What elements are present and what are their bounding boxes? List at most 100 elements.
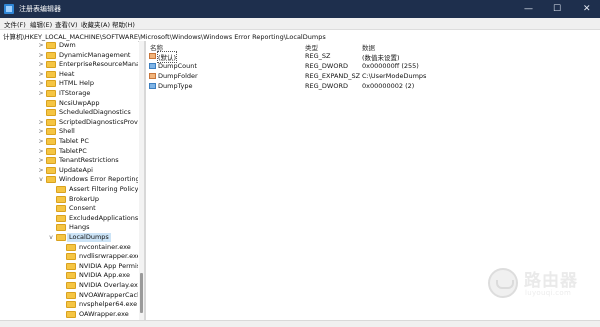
- folder-icon: [46, 42, 56, 49]
- tree-node-label: NVIDIA App.exe: [79, 271, 130, 280]
- tree-node-label: OAWrapper.exe: [79, 309, 129, 318]
- value-name: DumpFolder: [158, 72, 198, 80]
- value-type: REG_DWORD: [305, 82, 348, 90]
- chevron-right-icon[interactable]: >: [38, 137, 44, 146]
- menu-help[interactable]: 帮助(H): [112, 19, 135, 29]
- tree-node-label: TenantRestrictions: [59, 156, 119, 165]
- watermark-text: 路由器: [524, 271, 578, 291]
- folder-icon: [66, 272, 76, 280]
- key-tree[interactable]: > Dwm > DynamicManagement > EnterpriseResourc…: [0, 41, 138, 320]
- tree-node-label: NcsiUwpApp: [59, 98, 100, 107]
- chevron-right-icon[interactable]: >: [38, 51, 44, 60]
- value-row[interactable]: DumpCount REG_DWORD 0x000000ff (255): [146, 61, 600, 71]
- value-row[interactable]: DumpFolder REG_EXPAND_SZ C:\UserModeDumps: [146, 71, 600, 81]
- chevron-right-icon[interactable]: >: [38, 60, 44, 69]
- chevron-right-icon[interactable]: >: [38, 70, 44, 79]
- tree-node-label: nvcontainer.exe: [79, 242, 131, 251]
- folder-icon: [46, 166, 56, 174]
- watermark: 路由器 luyouqi.com: [488, 262, 596, 308]
- binary-value-icon: [149, 63, 156, 69]
- tree-node-label: Hangs: [69, 223, 90, 232]
- tree-node-label: EnterpriseResourceManage: [59, 60, 138, 69]
- address-path[interactable]: 计算机\HKEY_LOCAL_MACHINE\SOFTWARE\Microsof…: [3, 31, 326, 41]
- tree-node-label: ExcludedApplications: [69, 213, 138, 222]
- folder-icon: [66, 262, 76, 270]
- folder-icon: [46, 138, 56, 145]
- tree-node-label: BrokerUp: [69, 194, 100, 203]
- value-type: REG_DWORD: [305, 62, 348, 70]
- folder-icon: [66, 301, 76, 309]
- tree-node-label: Tablet PC: [59, 137, 89, 145]
- menu-bar: 文件(F) 编辑(E) 查看(V) 收藏夹(A) 帮助(H): [0, 18, 600, 29]
- menu-view[interactable]: 查看(V): [55, 19, 78, 29]
- folder-icon: [46, 51, 56, 59]
- chevron-right-icon[interactable]: >: [38, 89, 44, 98]
- maximize-button[interactable]: ☐: [553, 3, 561, 15]
- chevron-right-icon[interactable]: >: [38, 118, 44, 127]
- folder-icon: [66, 310, 76, 318]
- chevron-right-icon[interactable]: >: [38, 147, 44, 156]
- value-row[interactable]: (默认) REG_SZ (数值未设置): [146, 51, 600, 63]
- value-name: DumpType: [158, 82, 193, 90]
- tree-node-label: NVOAWrapperCache.e: [79, 290, 138, 299]
- tree-node-label: Dwm: [59, 41, 76, 49]
- chevron-right-icon[interactable]: >: [38, 41, 44, 50]
- tree-node-label: ScheduledDiagnostics: [59, 108, 131, 117]
- folder-icon: [66, 253, 76, 261]
- tree-node-label: UpdateApi: [59, 165, 93, 174]
- folder-icon: [46, 118, 56, 126]
- tree-node-label: nvdlisrwrapper.exe: [79, 252, 138, 261]
- regedit-app-icon: [4, 4, 14, 14]
- tree-scrollbar-thumb[interactable]: [140, 273, 143, 313]
- tree-node-label: ScriptedDiagnosticsProvide: [59, 117, 138, 126]
- folder-icon: [46, 176, 56, 184]
- tree-node-label: ITStorage: [59, 89, 91, 97]
- folder-icon: [56, 205, 66, 213]
- tree-node-label: nvsphelper64.exe: [79, 300, 138, 309]
- chevron-right-icon[interactable]: >: [38, 127, 44, 136]
- tree-node-label: DynamicManagement: [59, 50, 131, 59]
- chevron-down-icon[interactable]: v: [38, 175, 44, 184]
- value-data: 0x000000ff (255): [362, 62, 419, 70]
- folder-icon: [46, 157, 56, 165]
- chevron-right-icon[interactable]: >: [38, 79, 44, 88]
- tree-node-label: Consent: [69, 204, 96, 213]
- folder-icon: [56, 224, 66, 232]
- value-data: 0x00000002 (2): [362, 82, 415, 90]
- minimize-button[interactable]: —: [524, 3, 533, 15]
- folder-icon: [46, 80, 56, 88]
- watermark-subtext: luyouqi.com: [525, 289, 572, 297]
- tree-node-label: TabletPC: [59, 146, 87, 155]
- folder-icon: [46, 90, 56, 97]
- folder-icon: [46, 128, 56, 136]
- folder-icon: [46, 70, 56, 78]
- binary-value-icon: [149, 83, 156, 89]
- tree-node-label: Windows Error Reporting: [59, 175, 138, 184]
- folder-icon: [46, 109, 56, 117]
- tree-node-label: Assert Filtering Policy: [69, 185, 138, 193]
- tree-node-label: NVIDIA Overlay.exe: [79, 281, 138, 289]
- menu-favorites[interactable]: 收藏夹(A): [81, 19, 110, 29]
- value-row[interactable]: DumpType REG_DWORD 0x00000002 (2): [146, 81, 600, 91]
- value-data: C:\UserModeDumps: [362, 72, 427, 80]
- window-title: 注册表编辑器: [19, 5, 61, 13]
- folder-icon: [46, 61, 56, 69]
- chevron-down-icon[interactable]: v: [48, 233, 54, 242]
- value-type: REG_EXPAND_SZ: [305, 72, 361, 80]
- folder-icon: [66, 282, 76, 289]
- menu-edit[interactable]: 编辑(E): [30, 19, 52, 29]
- folder-icon: [46, 147, 56, 155]
- folder-icon: [66, 291, 76, 299]
- folder-icon: [56, 234, 66, 241]
- menu-file[interactable]: 文件(F): [4, 19, 26, 29]
- title-bar: 注册表编辑器 — ☐ ✕: [0, 0, 600, 18]
- tree-node-label: NVIDIA App Permissic: [79, 261, 138, 270]
- string-value-icon: [149, 73, 156, 79]
- chevron-right-icon[interactable]: >: [38, 156, 44, 165]
- close-button[interactable]: ✕: [583, 3, 591, 15]
- tree-node-label: LocalDumps: [67, 233, 111, 242]
- chevron-right-icon[interactable]: >: [38, 166, 44, 175]
- value-type: REG_SZ: [305, 52, 331, 60]
- tree-node-label: Heat: [59, 69, 75, 78]
- folder-icon: [56, 195, 66, 203]
